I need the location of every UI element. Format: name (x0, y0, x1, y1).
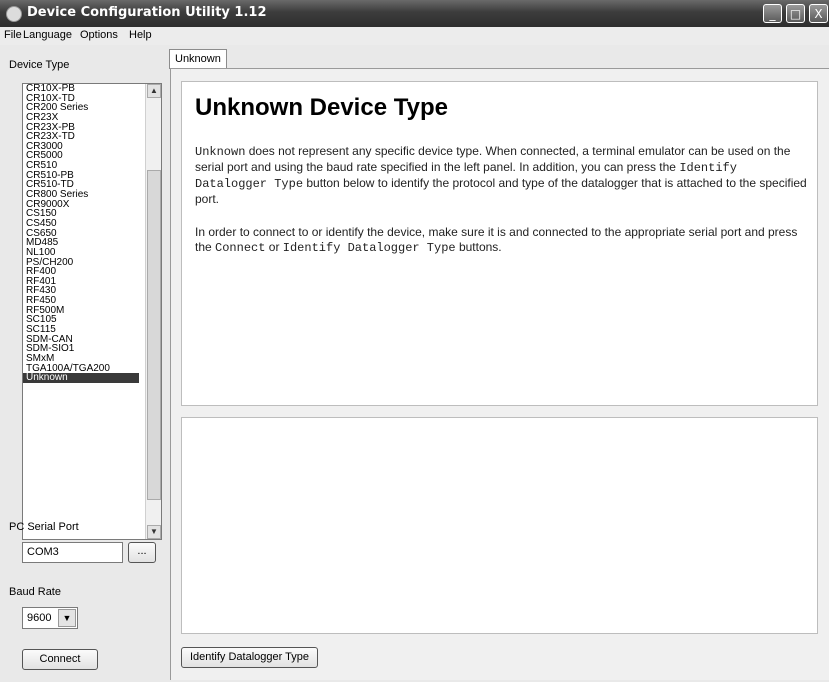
baud-rate-label: Baud Rate (9, 586, 61, 598)
menu-bar: File Language Options Help (0, 27, 829, 45)
code-identify: Identify Datalogger Type (282, 241, 456, 255)
device-type-list[interactable]: CR10X-PB CR10X-TD CR200 Series CR23X CR23X-P… (22, 83, 162, 540)
minimize-button[interactable]: _ (763, 4, 782, 23)
baud-rate-select[interactable]: 9600 ▼ (22, 607, 78, 629)
identify-datalogger-button[interactable]: Identify Datalogger Type (181, 647, 318, 668)
connect-button[interactable]: Connect (22, 649, 98, 670)
device-list-items: CR10X-PB CR10X-TD CR200 Series CR23X CR23X-P… (23, 84, 139, 383)
menu-help[interactable]: Help (129, 29, 152, 41)
terminal-output-pane[interactable] (181, 417, 818, 634)
baud-rate-value: 9600 (27, 612, 52, 624)
menu-language[interactable]: Language (23, 29, 72, 41)
title-bar[interactable]: Device Configuration Utility 1.12 _ □ X (0, 0, 829, 27)
code-connect: Connect (215, 241, 266, 255)
browse-port-button[interactable]: ... (128, 542, 156, 563)
maximize-button[interactable]: □ (786, 4, 805, 23)
menu-options[interactable]: Options (80, 29, 118, 41)
scroll-up-icon[interactable]: ▲ (147, 84, 161, 98)
info-paragraph-1: Unknown does not represent any specific … (195, 144, 807, 207)
chevron-down-icon[interactable]: ▼ (58, 609, 76, 627)
close-button[interactable]: X (809, 4, 828, 23)
serial-port-label: PC Serial Port (9, 521, 79, 533)
menu-file[interactable]: File (4, 29, 22, 41)
info-text: buttons. (455, 240, 502, 254)
info-text: or (265, 240, 283, 254)
left-panel: Device Type CR10X-PB CR10X-TD CR200 Series… (0, 45, 168, 682)
list-scrollbar[interactable]: ▲ ▼ (145, 84, 161, 539)
window-title: Device Configuration Utility 1.12 (27, 5, 267, 20)
info-paragraph-2: In order to connect to or identify the d… (195, 225, 807, 256)
device-heading: Unknown Device Type (195, 94, 448, 121)
scroll-down-icon[interactable]: ▼ (147, 525, 161, 539)
scroll-thumb[interactable] (147, 170, 161, 500)
serial-port-field[interactable]: COM3 (22, 542, 123, 563)
app-icon (6, 6, 22, 22)
tab-unknown[interactable]: Unknown (169, 49, 227, 69)
list-item[interactable]: Unknown (23, 373, 139, 383)
device-info-pane: Unknown Device Type Unknown does not rep… (181, 81, 818, 406)
code-unknown: Unknown (195, 145, 246, 159)
device-type-label: Device Type (9, 59, 70, 71)
